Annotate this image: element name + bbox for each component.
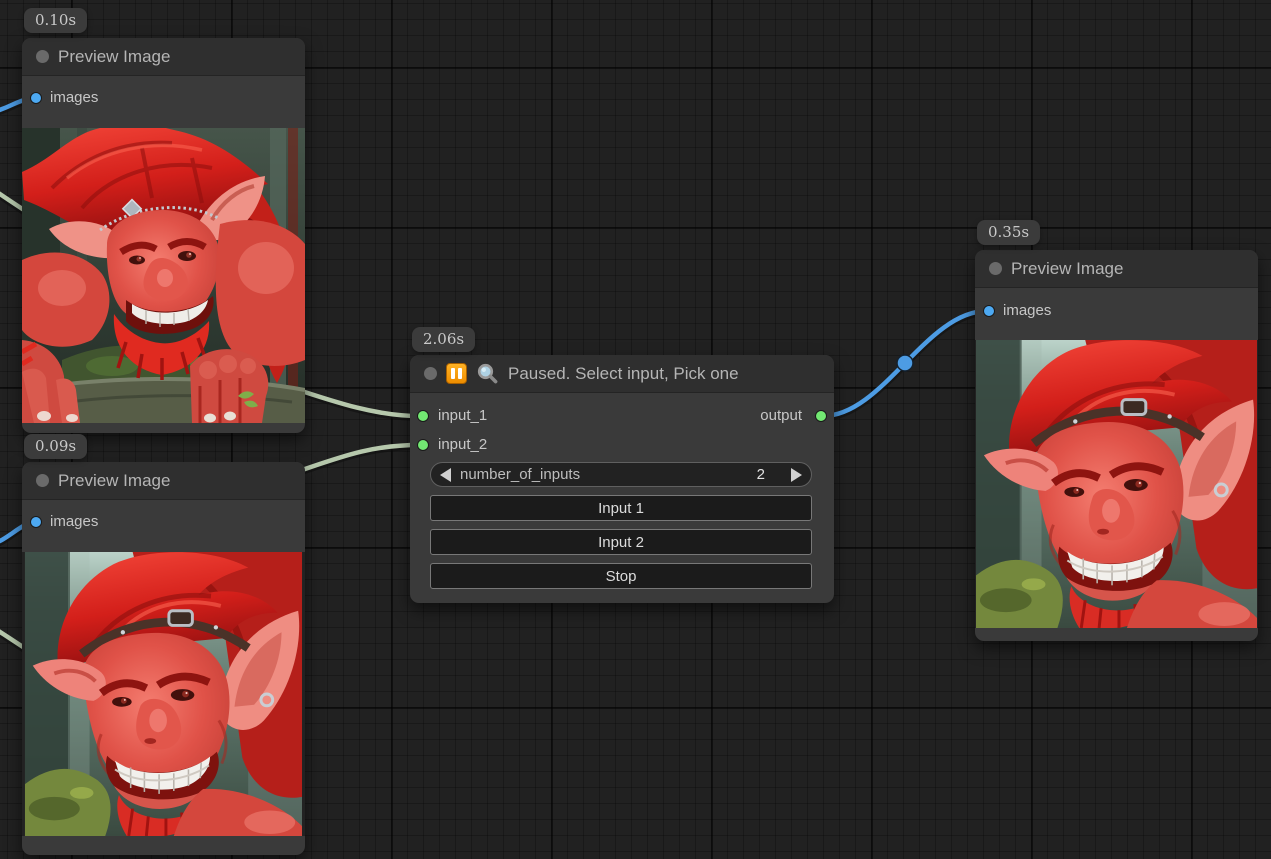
node-preview-image-b[interactable]: Preview Image images (22, 462, 305, 855)
collapse-dot-icon[interactable] (36, 50, 49, 63)
node-preview-image-d[interactable]: Preview Image images (975, 250, 1258, 641)
decrement-arrow-icon[interactable] (440, 468, 451, 482)
node-header[interactable]: Preview Image (975, 250, 1258, 288)
preview-image-troll-face (22, 552, 305, 836)
node-header[interactable]: Paused. Select input, Pick one (410, 355, 834, 393)
input-port-images[interactable] (983, 305, 995, 317)
increment-arrow-icon[interactable] (791, 468, 802, 482)
node-title: Preview Image (58, 471, 170, 491)
node-graph-canvas[interactable]: 0.10s 0.09s 2.06s 0.35s (0, 0, 1271, 859)
port-label-output: output (760, 407, 802, 424)
node-header[interactable]: Preview Image (22, 462, 305, 500)
input-2-button[interactable]: Input 2 (430, 529, 812, 555)
node-title: Preview Image (1011, 259, 1123, 279)
wire-reroute-dot[interactable] (897, 355, 913, 371)
port-label-images: images (50, 89, 98, 106)
input-port-images[interactable] (30, 516, 42, 528)
wire-output-to-preview-d (823, 311, 987, 416)
port-label-input-1: input_1 (438, 407, 487, 424)
preview-image-troll-face (975, 340, 1258, 628)
node-pick-one[interactable]: Paused. Select input, Pick one input_1 i… (410, 355, 834, 603)
collapse-dot-icon[interactable] (424, 367, 437, 380)
magnifier-icon (476, 362, 499, 385)
node-title: Preview Image (58, 47, 170, 67)
input-1-button[interactable]: Input 1 (430, 495, 812, 521)
output-port[interactable] (815, 410, 827, 422)
preview-image-troll-crawl (22, 128, 305, 423)
input-port-images[interactable] (30, 92, 42, 104)
widget-label: number_of_inputs (460, 466, 757, 483)
timing-badge-picker: 2.06s (412, 327, 475, 352)
collapse-dot-icon[interactable] (36, 474, 49, 487)
stop-button[interactable]: Stop (430, 563, 812, 589)
node-header[interactable]: Preview Image (22, 38, 305, 76)
collapse-dot-icon[interactable] (989, 262, 1002, 275)
pause-icon (446, 363, 467, 384)
port-label-input-2: input_2 (438, 436, 487, 453)
timing-badge-preview-b: 0.09s (24, 434, 87, 459)
number-of-inputs-widget[interactable]: number_of_inputs 2 (430, 462, 812, 487)
node-preview-image-a[interactable]: Preview Image images (22, 38, 305, 433)
port-label-images: images (50, 513, 98, 530)
widget-value: 2 (757, 466, 765, 483)
input-port-input-1[interactable] (417, 410, 429, 422)
timing-badge-preview-d: 0.35s (977, 220, 1040, 245)
input-port-input-2[interactable] (417, 439, 429, 451)
node-title: Paused. Select input, Pick one (508, 364, 739, 384)
port-label-images: images (1003, 302, 1051, 319)
timing-badge-preview-a: 0.10s (24, 8, 87, 33)
